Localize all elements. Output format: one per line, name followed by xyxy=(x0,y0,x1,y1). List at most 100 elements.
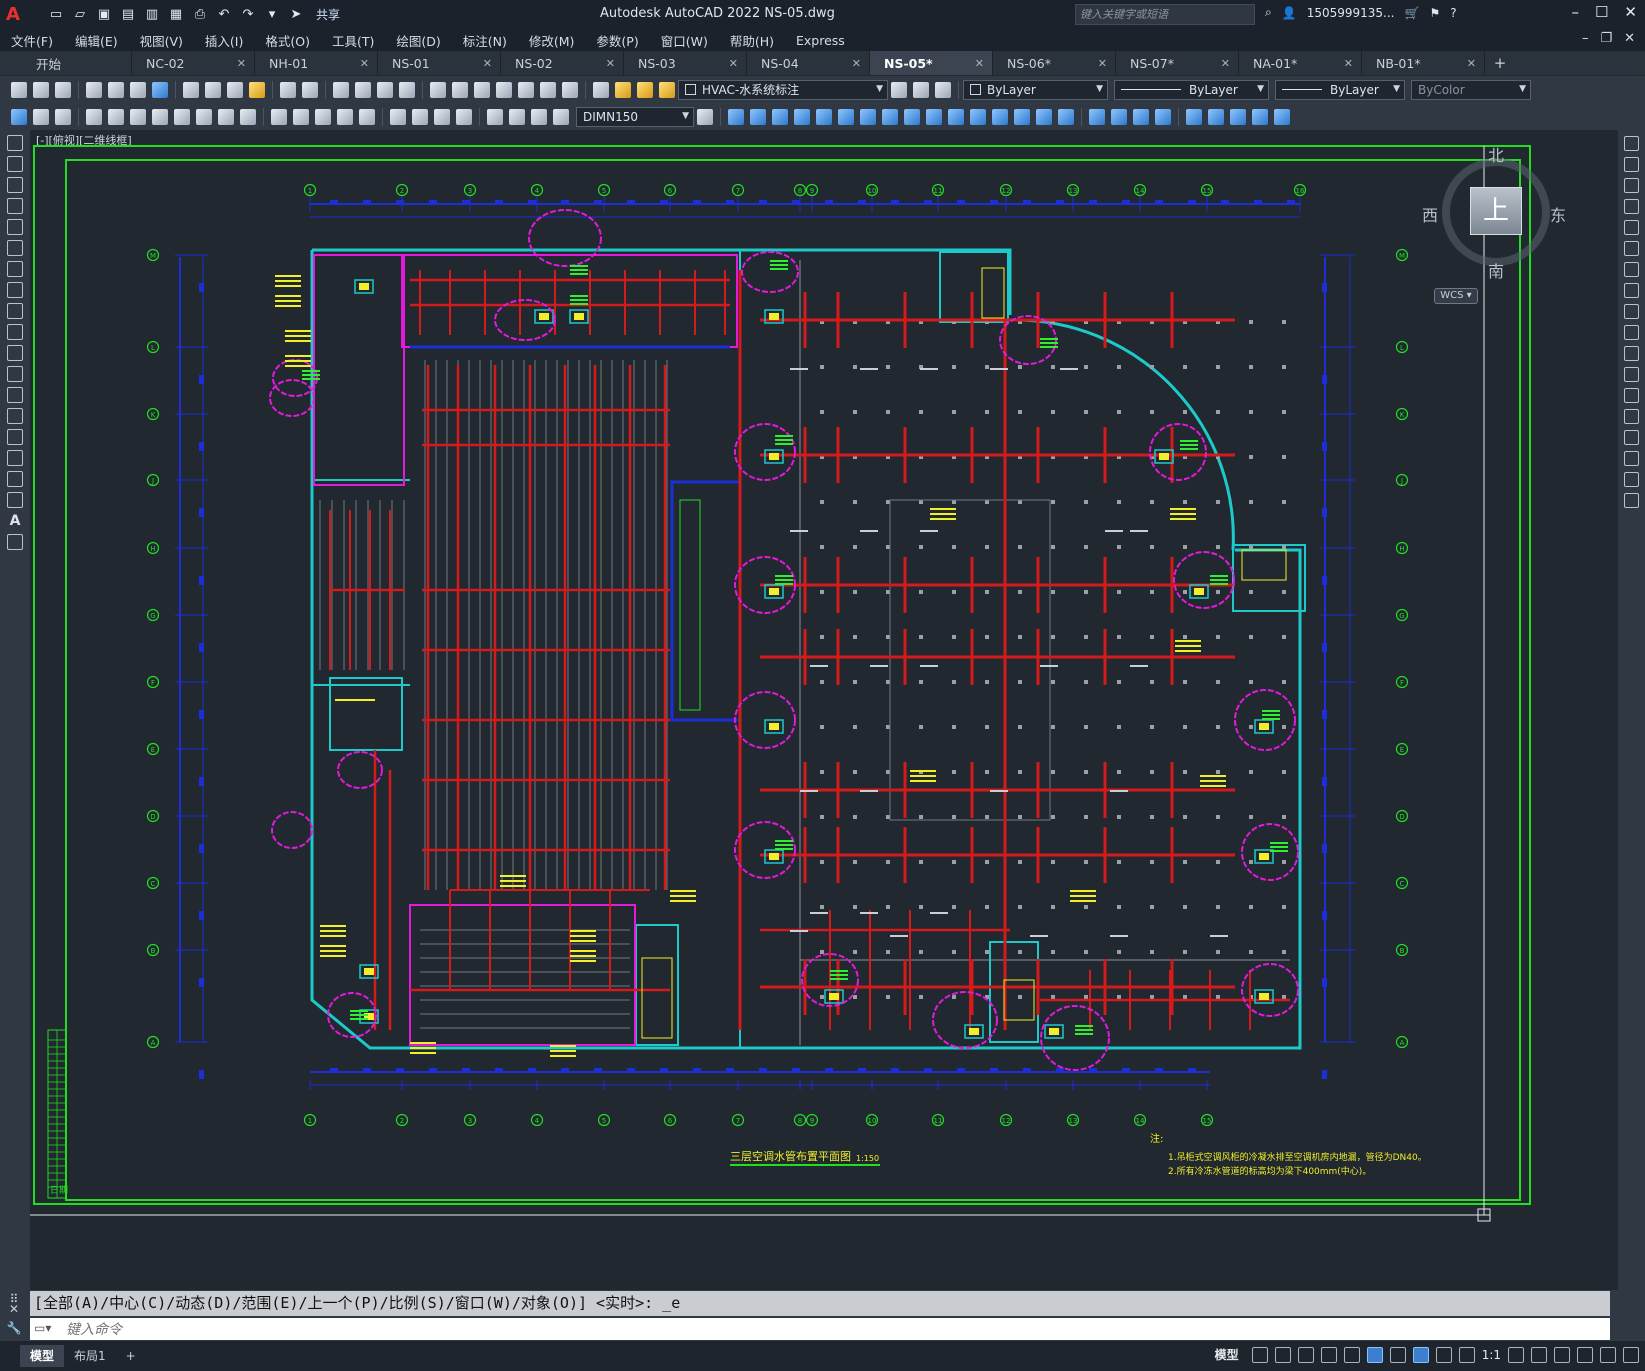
stretch-icon[interactable] xyxy=(1624,304,1639,319)
hatch-icon[interactable] xyxy=(7,429,23,445)
baseline-dim-icon[interactable] xyxy=(293,108,309,125)
blend-icon[interactable] xyxy=(1624,472,1639,487)
redo-icon[interactable] xyxy=(302,81,318,98)
share-icon[interactable]: ➤ xyxy=(286,6,306,24)
customize-qa-icon[interactable]: ▾ xyxy=(262,6,282,24)
jogged-dim-icon[interactable] xyxy=(196,108,212,125)
explode-icon[interactable] xyxy=(1058,108,1074,125)
copy-icon[interactable] xyxy=(1624,157,1639,172)
save-as-icon[interactable]: ▤ xyxy=(118,6,138,24)
viewcube-top-face[interactable]: 上 xyxy=(1470,187,1522,235)
tab-0[interactable]: 开始 xyxy=(0,51,132,75)
undo-icon[interactable] xyxy=(280,81,296,98)
search-icon[interactable]: ⌕ xyxy=(1265,5,1272,20)
gear-icon[interactable] xyxy=(1508,1346,1524,1363)
bring-front-icon[interactable] xyxy=(1111,108,1127,125)
rectangle-icon[interactable] xyxy=(7,219,23,235)
layer-properties-icon[interactable] xyxy=(593,81,609,98)
move-icon[interactable] xyxy=(1624,241,1639,256)
tab-6[interactable]: NS-04 ✕ xyxy=(747,51,870,75)
dim-style-manager-icon[interactable] xyxy=(697,108,713,125)
group-select-icon[interactable] xyxy=(1252,108,1268,125)
plus-icon[interactable] xyxy=(1531,1346,1547,1363)
menu-tools[interactable]: 工具(T) xyxy=(321,31,385,50)
scale-icon[interactable] xyxy=(1624,283,1639,298)
tab-close-icon[interactable]: ✕ xyxy=(606,57,615,70)
dim-break-icon[interactable] xyxy=(359,108,375,125)
make-block-icon[interactable] xyxy=(7,387,23,403)
3d-print-icon[interactable] xyxy=(152,81,168,98)
layer-lock-icon[interactable] xyxy=(659,81,675,98)
extend-icon[interactable] xyxy=(948,108,964,125)
compass-west[interactable]: 西 xyxy=(1422,202,1438,226)
compass-east[interactable]: 东 xyxy=(1550,202,1566,226)
send-back-icon[interactable] xyxy=(1133,108,1149,125)
command-prompt-icon[interactable]: ▭▾ xyxy=(34,1321,51,1335)
app-logo[interactable]: A xyxy=(6,4,28,26)
color-dropdown[interactable]: ByLayer ▼ xyxy=(963,79,1108,100)
trim-icon[interactable] xyxy=(1624,325,1639,340)
group-bounding-icon[interactable] xyxy=(1274,108,1290,125)
menu-format[interactable]: 格式(O) xyxy=(254,31,321,50)
tab-close-icon[interactable]: ✕ xyxy=(729,57,738,70)
plot-icon[interactable]: ⎙ xyxy=(190,6,210,24)
redo-icon[interactable]: ↷ xyxy=(238,6,258,24)
inspect-icon[interactable] xyxy=(434,108,450,125)
object-snap-icon[interactable] xyxy=(1366,1346,1383,1363)
doc-close-icon[interactable]: ✕ xyxy=(1624,31,1635,46)
auto-scale-icon[interactable] xyxy=(1435,1346,1452,1363)
new-icon[interactable]: ▭ xyxy=(46,6,66,24)
markup-icon[interactable] xyxy=(518,81,534,98)
add-selected-icon[interactable] xyxy=(7,534,23,550)
polar-icon[interactable] xyxy=(1320,1346,1337,1363)
menu-edit[interactable]: 编辑(E) xyxy=(64,31,129,50)
layer-state-icon[interactable] xyxy=(935,81,951,98)
tab-10[interactable]: NA-01* ✕ xyxy=(1239,51,1362,75)
table-icon[interactable] xyxy=(7,492,23,508)
save-icon[interactable] xyxy=(55,81,71,98)
offset-icon[interactable] xyxy=(1624,199,1639,214)
tab-close-icon[interactable]: ✕ xyxy=(483,57,492,70)
lineweight-dropdown[interactable]: ByLayer ▼ xyxy=(1275,79,1405,100)
maximize-icon[interactable]: ☐ xyxy=(1595,3,1608,21)
tab-close-icon[interactable]: ✕ xyxy=(1221,57,1230,70)
customize-icon[interactable]: 🔧 xyxy=(4,1321,24,1335)
center-mark-icon[interactable] xyxy=(412,108,428,125)
new-tab-button[interactable]: + xyxy=(1485,51,1515,75)
zoom-window-icon[interactable] xyxy=(377,81,393,98)
viewcube[interactable]: 上 北 南 西 东 xyxy=(1422,146,1566,281)
plot-icon[interactable] xyxy=(86,81,102,98)
tab-close-icon[interactable]: ✕ xyxy=(1344,57,1353,70)
trim-icon[interactable] xyxy=(926,108,942,125)
snap-icon[interactable] xyxy=(1274,1346,1291,1363)
tab-model[interactable]: 模型 xyxy=(20,1345,65,1367)
annotation-scale-icon[interactable] xyxy=(1458,1346,1475,1363)
drawing-canvas[interactable]: [-][俯视][二维线框] 日期 12345678 9 10 11 12 13 … xyxy=(30,130,1618,1290)
ordinate-dim-icon[interactable] xyxy=(152,108,168,125)
layer-thaw-icon[interactable] xyxy=(637,81,653,98)
mirror-icon[interactable] xyxy=(772,108,788,125)
circle-icon[interactable] xyxy=(7,261,23,277)
draw-order-icon[interactable] xyxy=(1089,108,1105,125)
add-layout-button[interactable]: + xyxy=(116,1345,146,1367)
dim-style-icon[interactable] xyxy=(553,108,569,125)
model-space-toggle[interactable]: 模型 xyxy=(1215,1346,1239,1363)
tab-close-icon[interactable]: ✕ xyxy=(975,57,984,70)
array-icon[interactable] xyxy=(1624,220,1639,235)
tab-5[interactable]: NS-03 ✕ xyxy=(624,51,747,75)
rotate-icon[interactable] xyxy=(1624,262,1639,277)
user-name[interactable]: 1505999135... xyxy=(1307,6,1395,20)
multiline-text-icon[interactable]: A xyxy=(7,513,23,529)
lineweight-icon[interactable] xyxy=(1389,1346,1406,1363)
region-icon[interactable] xyxy=(7,471,23,487)
erase-icon[interactable] xyxy=(728,108,744,125)
line-icon[interactable] xyxy=(7,135,23,151)
customize-status-icon[interactable] xyxy=(1623,1346,1639,1363)
layer-on-icon[interactable] xyxy=(615,81,631,98)
stretch-icon[interactable] xyxy=(904,108,920,125)
tab-3[interactable]: NS-01 ✕ xyxy=(378,51,501,75)
annotation-visibility-icon[interactable] xyxy=(1412,1346,1429,1363)
menu-modify[interactable]: 修改(M) xyxy=(518,31,586,50)
text-front-icon[interactable] xyxy=(1155,108,1171,125)
join-icon[interactable] xyxy=(1624,409,1639,424)
